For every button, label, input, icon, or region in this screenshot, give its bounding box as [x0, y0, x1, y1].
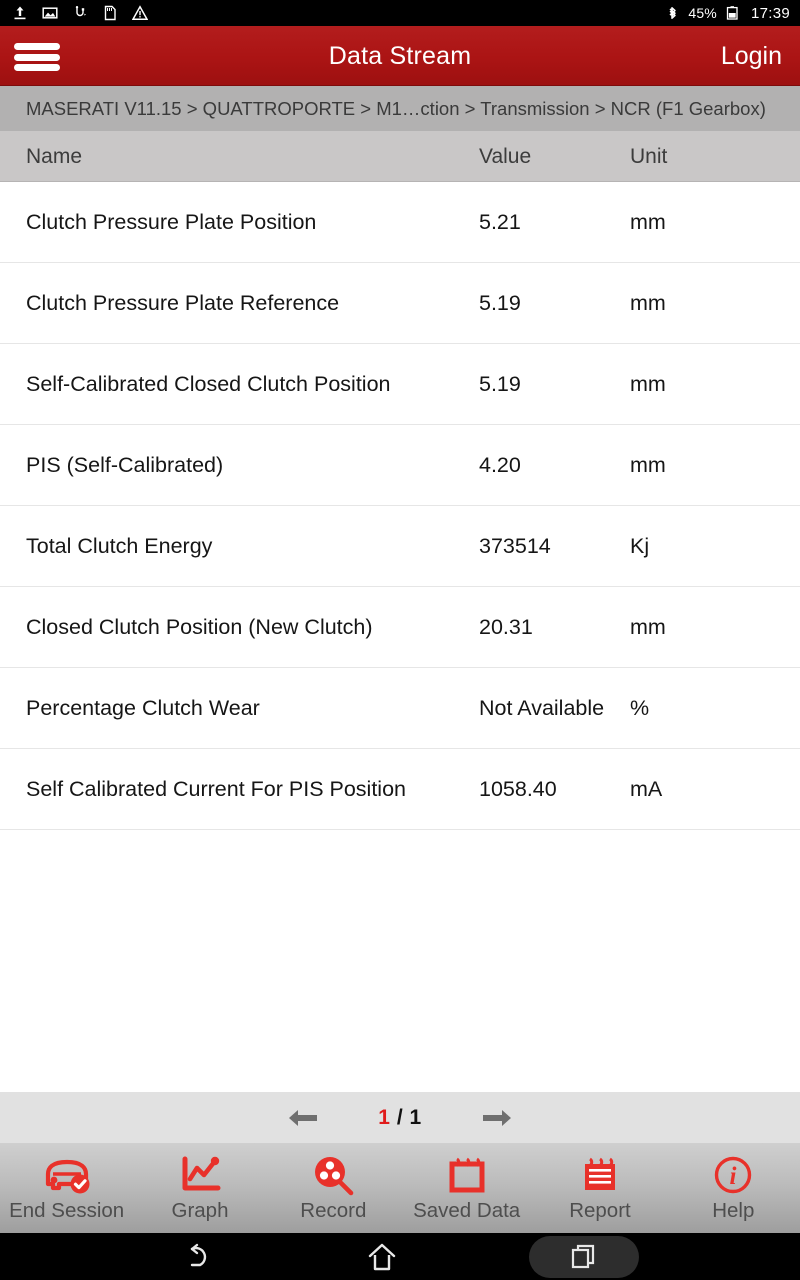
app-screen: 45% 17:39 Data Stream Login MASERATI V11…	[0, 0, 800, 1280]
row-name: Total Clutch Energy	[26, 533, 213, 558]
row-unit: mm	[630, 452, 666, 477]
table-row[interactable]: PIS (Self-Calibrated) 4.20 mm	[0, 425, 800, 506]
row-unit: mm	[630, 209, 666, 234]
notepad-lines-icon	[577, 1152, 623, 1198]
arrow-right-icon[interactable]	[480, 1106, 514, 1130]
graph-button[interactable]: Graph	[133, 1143, 266, 1233]
row-name: Clutch Pressure Plate Reference	[26, 290, 340, 315]
toolbar-label: Record	[300, 1199, 367, 1222]
status-bar-right-icons: 45% 17:39	[664, 5, 790, 22]
total-pages-label: / 1	[396, 1105, 422, 1129]
row-unit: mm	[630, 614, 666, 639]
battery-percent-label: 45%	[688, 5, 717, 21]
line-chart-icon	[176, 1152, 224, 1198]
battery-icon	[726, 6, 738, 20]
saved-data-button[interactable]: Saved Data	[400, 1143, 533, 1233]
row-name: Self Calibrated Current For PIS Position	[26, 776, 406, 801]
column-header-unit: Unit	[630, 144, 668, 168]
row-name: PIS (Self-Calibrated)	[26, 452, 224, 477]
table-row[interactable]: Clutch Pressure Plate Position 5.21 mm	[0, 182, 800, 263]
table-row[interactable]: Total Clutch Energy 373514 Kj	[0, 506, 800, 587]
status-bar-clock: 17:39	[750, 4, 790, 22]
row-value: 4.20	[479, 452, 521, 477]
page-indicator: 1 / 1	[378, 1106, 421, 1130]
bluetooth-icon	[669, 7, 677, 19]
column-header-value: Value	[479, 144, 532, 168]
row-value: 5.19	[479, 290, 521, 315]
help-button[interactable]: i Help	[667, 1143, 800, 1233]
car-check-icon	[40, 1152, 94, 1198]
row-name: Clutch Pressure Plate Position	[26, 209, 317, 234]
row-name: Percentage Clutch Wear	[26, 695, 260, 720]
back-arrow-icon[interactable]	[161, 1236, 235, 1278]
current-page-number: 1	[378, 1105, 391, 1129]
table-row[interactable]: Clutch Pressure Plate Reference 5.19 mm	[0, 263, 800, 344]
toolbar-label: Saved Data	[413, 1199, 521, 1222]
row-value: Not Available	[479, 695, 605, 720]
notepad-icon	[444, 1152, 490, 1198]
arrow-left-icon[interactable]	[286, 1106, 320, 1130]
table-row[interactable]: Closed Clutch Position (New Clutch) 20.31…	[0, 587, 800, 668]
row-unit: Kj	[630, 533, 650, 558]
breadcrumb[interactable]: MASERATI V11.15 > QUATTROPORTE > M1…ctio…	[0, 86, 800, 131]
table-row[interactable]: Self Calibrated Current For PIS Position…	[0, 749, 800, 830]
android-nav-bar	[0, 1233, 800, 1280]
toolbar-label: Help	[712, 1199, 755, 1222]
app-bar: Data Stream Login	[0, 26, 800, 86]
data-stream-table: Clutch Pressure Plate Position 5.21 mm Clut…	[0, 182, 800, 1092]
pagination-bar: 1 / 1	[0, 1092, 800, 1143]
report-button[interactable]: Report	[533, 1143, 666, 1233]
warning-icon	[132, 5, 148, 20]
column-header-name: Name	[26, 144, 83, 168]
table-row[interactable]: Self-Calibrated Closed Clutch Position 5.…	[0, 344, 800, 425]
table-header-row: Name Value Unit	[0, 131, 800, 182]
sd-card-icon	[104, 5, 116, 21]
usb-icon	[75, 6, 86, 17]
row-value: 5.21	[479, 209, 521, 234]
table-row[interactable]: Percentage Clutch Wear Not Available%	[0, 668, 800, 749]
row-unit: mm	[630, 371, 666, 396]
toolbar-label: Report	[569, 1199, 631, 1222]
row-unit: mm	[630, 290, 666, 315]
home-icon[interactable]	[345, 1236, 419, 1278]
row-value: 1058.40	[479, 776, 557, 801]
status-bar-left-icons	[12, 5, 148, 21]
recents-icon[interactable]	[529, 1235, 639, 1278]
upload-icon	[14, 6, 26, 20]
row-value: 5.19	[479, 371, 521, 396]
bottom-toolbar: End Session Graph Record Saved Data Repo…	[0, 1143, 800, 1233]
page-title: Data Stream	[328, 41, 472, 70]
screenshot-icon	[42, 7, 58, 19]
info-circle-icon: i	[710, 1152, 756, 1198]
film-search-icon	[308, 1152, 358, 1198]
toolbar-label: Graph	[171, 1199, 229, 1222]
end-session-button[interactable]: End Session	[0, 1143, 133, 1233]
record-button[interactable]: Record	[267, 1143, 400, 1233]
row-value: 373514	[479, 533, 551, 558]
row-value: 20.31	[479, 614, 533, 639]
row-unit: mA	[630, 776, 663, 801]
toolbar-label: End Session	[9, 1199, 125, 1222]
login-button[interactable]: Login	[721, 26, 782, 86]
row-name: Self-Calibrated Closed Clutch Position	[26, 371, 391, 396]
android-status-bar: 45% 17:39	[0, 0, 800, 26]
svg-text:i: i	[730, 1163, 737, 1190]
row-name: Closed Clutch Position (New Clutch)	[26, 614, 373, 639]
row-unit: %	[630, 695, 650, 720]
